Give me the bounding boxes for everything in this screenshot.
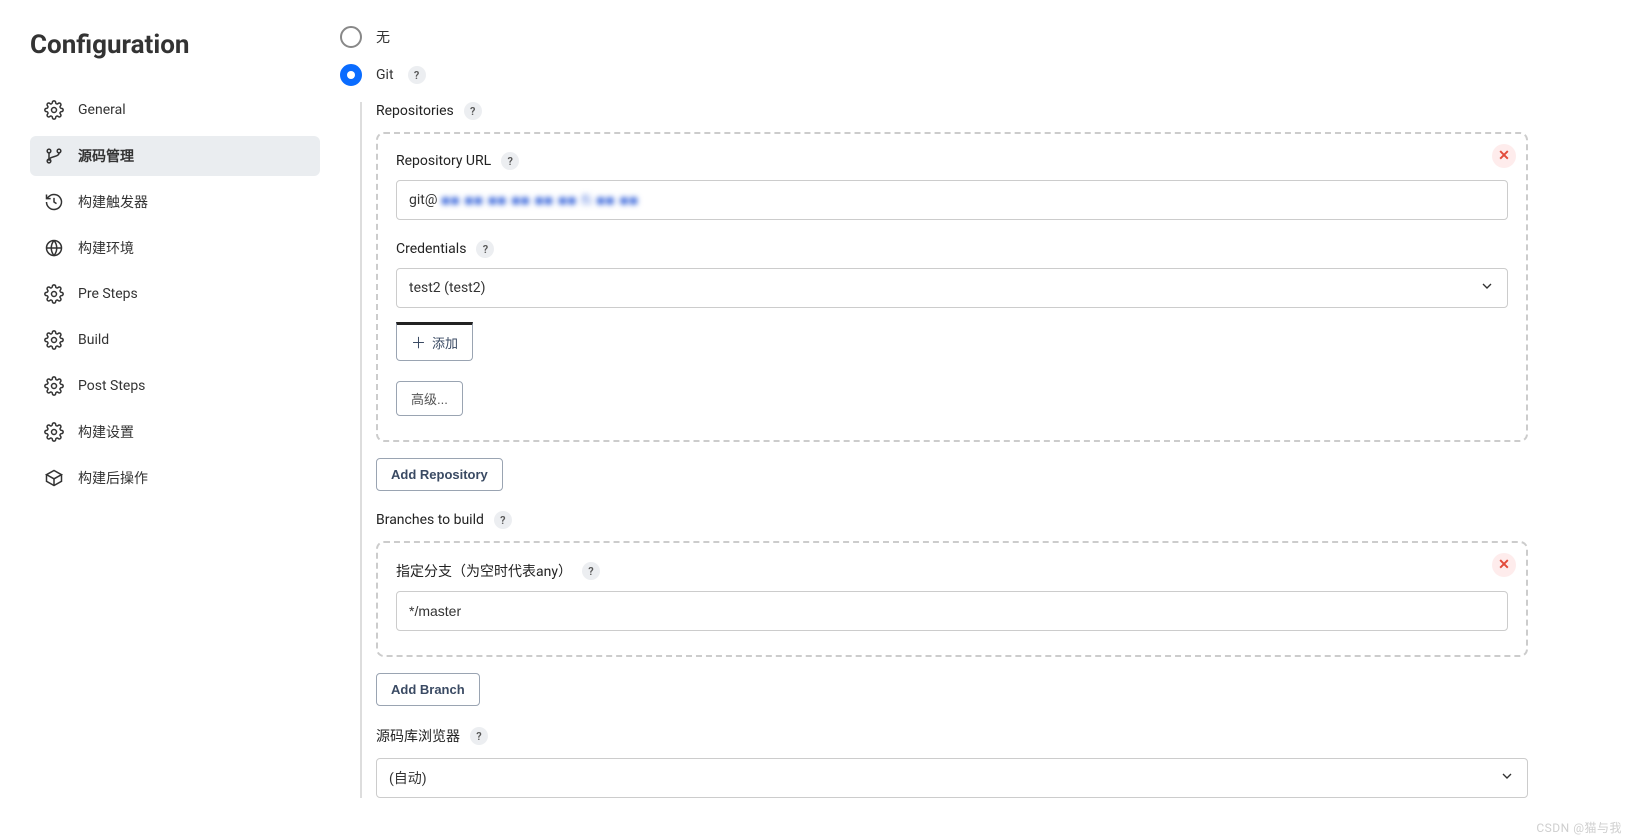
branch-icon (44, 146, 64, 166)
sidebar-item-label: 构建环境 (78, 238, 134, 258)
repo-browser-label: 源码库浏览器 (376, 726, 460, 746)
sidebar-item-build[interactable]: Build (30, 320, 320, 360)
branch-block: ✕ 指定分支（为空时代表any） ? (376, 541, 1528, 657)
repositories-label: Repositories (376, 103, 454, 119)
add-repository-button[interactable]: Add Repository (376, 458, 503, 491)
sidebar-item-label: Pre Steps (78, 286, 138, 302)
credentials-selected-value: test2 (test2) (409, 280, 486, 296)
add-credential-button[interactable]: ＋ 添加 (396, 322, 473, 361)
add-credential-label: 添加 (432, 333, 458, 352)
gear-icon (44, 330, 64, 350)
sidebar-item-environment[interactable]: 构建环境 (30, 228, 320, 268)
sidebar-item-label: Post Steps (78, 378, 145, 394)
help-icon[interactable]: ? (470, 727, 488, 745)
credentials-select[interactable]: test2 (test2) (396, 268, 1508, 308)
sidebar-item-label: 构建后操作 (78, 468, 148, 488)
repository-url-prefix: git@ (409, 192, 437, 208)
watermark: CSDN @猫与我 (1536, 819, 1622, 836)
package-icon (44, 468, 64, 488)
sidebar-item-label: General (78, 102, 126, 118)
gear-icon (44, 284, 64, 304)
plus-icon: ＋ (411, 332, 426, 353)
help-icon[interactable]: ? (494, 511, 512, 529)
repository-url-input[interactable]: git@ ■■ ■■ ■■ ■■ ■■ ■■ fi ■■ ■■ (396, 180, 1508, 220)
remove-branch-button[interactable]: ✕ (1492, 553, 1516, 577)
branches-to-build-label: Branches to build (376, 512, 484, 528)
sidebar-item-presteps[interactable]: Pre Steps (30, 274, 320, 314)
sidebar-item-scm[interactable]: 源码管理 (30, 136, 320, 176)
help-icon[interactable]: ? (464, 102, 482, 120)
repository-block: ✕ Repository URL ? git@ ■■ ■■ ■■ ■■ ■■ ■… (376, 132, 1528, 442)
sidebar-item-label: 构建设置 (78, 422, 134, 442)
scm-git-label: Git (376, 67, 394, 83)
sidebar-item-label: Build (78, 332, 109, 348)
sidebar-item-postbuild[interactable]: 构建后操作 (30, 458, 320, 498)
help-icon[interactable]: ? (501, 152, 519, 170)
sidebar-item-general[interactable]: General (30, 90, 320, 130)
add-branch-button[interactable]: Add Branch (376, 673, 480, 706)
radio-selected-icon (340, 64, 362, 86)
advanced-button[interactable]: 高级... (396, 381, 463, 416)
scm-none-label: 无 (376, 27, 390, 47)
remove-repository-button[interactable]: ✕ (1492, 144, 1516, 168)
radio-icon (340, 26, 362, 48)
history-icon (44, 192, 64, 212)
branch-specifier-label: 指定分支（为空时代表any） (396, 561, 572, 581)
repository-url-redacted: ■■ ■■ ■■ ■■ ■■ ■■ fi ■■ ■■ (441, 192, 638, 209)
gear-icon (44, 100, 64, 120)
page-title: Configuration (30, 30, 320, 60)
repository-url-label: Repository URL (396, 153, 491, 169)
help-icon[interactable]: ? (476, 240, 494, 258)
sidebar-item-poststeps[interactable]: Post Steps (30, 366, 320, 406)
sidebar-item-buildsettings[interactable]: 构建设置 (30, 412, 320, 452)
sidebar-item-label: 构建触发器 (78, 192, 148, 212)
help-icon[interactable]: ? (582, 562, 600, 580)
sidebar-item-label: 源码管理 (78, 146, 134, 166)
repo-browser-selected-value: (自动) (389, 768, 427, 788)
scm-option-none[interactable]: 无 (340, 26, 1528, 48)
globe-icon (44, 238, 64, 258)
help-icon[interactable]: ? (408, 66, 426, 84)
chevron-down-icon (1479, 278, 1495, 298)
sidebar-item-triggers[interactable]: 构建触发器 (30, 182, 320, 222)
gear-icon (44, 376, 64, 396)
gear-icon (44, 422, 64, 442)
scm-option-git[interactable]: Git ? (340, 64, 1528, 86)
chevron-down-icon (1499, 768, 1515, 788)
credentials-label: Credentials (396, 241, 466, 257)
repo-browser-select[interactable]: (自动) (376, 758, 1528, 798)
branch-specifier-input[interactable] (396, 591, 1508, 631)
